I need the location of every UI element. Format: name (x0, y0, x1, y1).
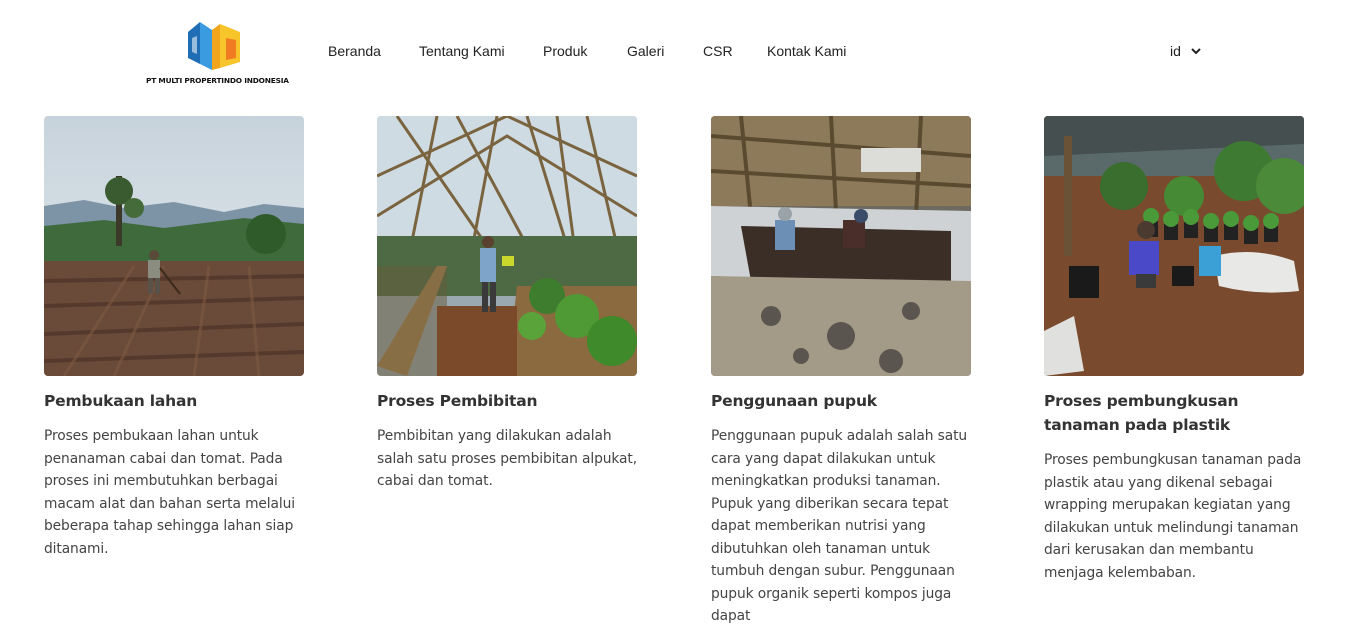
card-title: Proses Pembibitan (377, 392, 538, 410)
card-description: Penggunaan pupuk adalah salah satu cara … (711, 428, 968, 624)
card-description: Pembibitan yang dilakukan adalah salah s… (377, 428, 638, 489)
language-selector[interactable]: id (1170, 43, 1201, 59)
company-logo[interactable]: PT MULTI PROPERTINDO INDONESIA (146, 16, 289, 88)
nav-item-produk[interactable]: Produk (543, 43, 587, 59)
site-header: PT MULTI PROPERTINDO INDONESIA Beranda T… (0, 0, 1346, 100)
card-title: Penggunaan pupuk (711, 392, 877, 410)
nav-item-csr[interactable]: CSR (703, 43, 733, 59)
chevron-down-icon (1191, 48, 1201, 55)
gallery-card-proses-pembibitan: Proses Pembibitan Pembibitan yang dilaku… (377, 116, 637, 493)
nav-item-beranda[interactable]: Beranda (328, 43, 381, 59)
card-title: Pembukaan lahan (44, 392, 198, 410)
photo-greenhouse-nursery[interactable] (377, 116, 637, 376)
nav-item-tentang-kami[interactable]: Tentang Kami (419, 43, 505, 59)
gallery-card-pembukaan-lahan: Pembukaan lahan Proses pembukaan lahan u… (44, 116, 304, 560)
card-description: Proses pembukaan lahan untuk penanaman c… (44, 428, 296, 557)
photo-land-clearing[interactable] (44, 116, 304, 376)
photo-plant-wrapping[interactable] (1044, 116, 1304, 376)
language-value: id (1170, 43, 1181, 59)
company-name: PT MULTI PROPERTINDO INDONESIA (146, 76, 289, 85)
card-title: Proses pembungkusan tanaman pada plastik (1044, 392, 1239, 434)
gallery-card-pembungkusan-tanaman: Proses pembungkusan tanaman pada plastik… (1044, 116, 1304, 584)
nav-item-kontak-kami[interactable]: Kontak Kami (767, 43, 846, 59)
card-description: Proses pembungkusan tanaman pada plastik… (1044, 452, 1302, 581)
photo-fertilizer-pit[interactable] (711, 116, 971, 376)
nav-item-galeri[interactable]: Galeri (627, 43, 664, 59)
building-logo-icon (188, 22, 240, 70)
gallery-card-penggunaan-pupuk: Penggunaan pupuk Penggunaan pupuk adalah… (711, 116, 971, 628)
